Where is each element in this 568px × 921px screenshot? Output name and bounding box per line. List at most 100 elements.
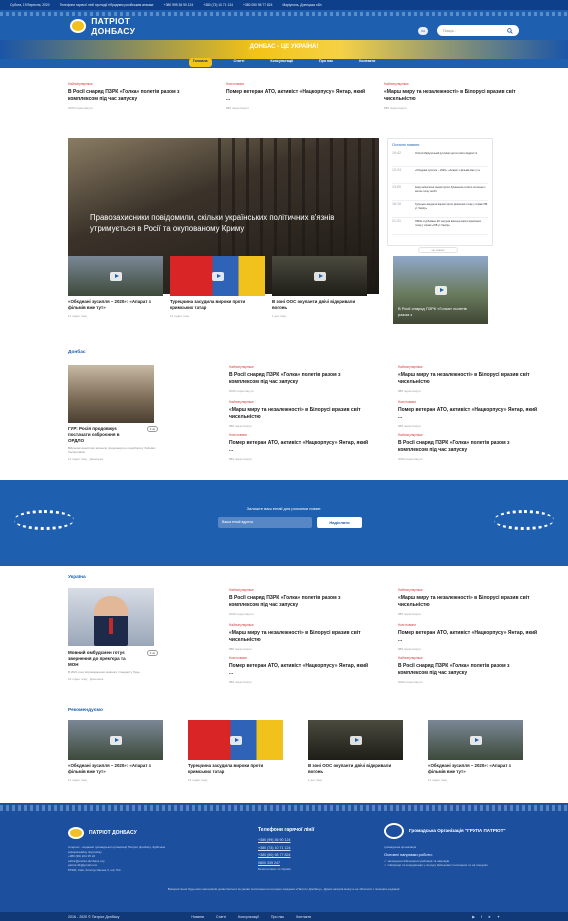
facebook-icon[interactable]: f: [481, 915, 482, 919]
video-card-2[interactable]: Турецчина засудила вироки проти кримськи…: [170, 256, 265, 318]
news-item[interactable]: Найпопулярніше В Росії снаряд ПЗРК «Голка…: [398, 656, 538, 684]
latest-news-text[interactable]: Кому небезпечні санкції проти Лукашенка …: [415, 186, 488, 200]
video-title[interactable]: В зоні ООС окупанти двічі відкривали вог…: [272, 299, 367, 311]
news-category[interactable]: Найпопулярніше: [229, 400, 369, 404]
news-title[interactable]: Помер ветеран АТО, активіст «Нацкорпусу»…: [226, 89, 366, 103]
news-item[interactable]: Найпопулярніше «Марш миру та незалежності…: [398, 588, 538, 623]
nav-about[interactable]: Про нас: [315, 58, 337, 67]
video-thumbnail[interactable]: [188, 720, 283, 760]
footer-logo[interactable]: ПАТРІОТ ДОНБАСУ: [68, 827, 137, 839]
topbar-phone-3[interactable]: +380 050 98 77 824: [243, 3, 272, 7]
footer-link-news[interactable]: Новини: [191, 915, 204, 919]
latest-news-item[interactable]: 12:24 «Обєднані зусилля – 2020»: «Апарат …: [392, 167, 488, 184]
side-video-title[interactable]: В Росії снаряд ПЗРК «Голка» полетів разо…: [398, 306, 468, 317]
news-title[interactable]: В Росії снаряд ПЗРК «Голка» полетів разо…: [398, 663, 538, 677]
footer-link-consultations[interactable]: Консультації: [238, 915, 259, 919]
news-item[interactable]: Нові новини Помер ветеран АТО, активіст «…: [229, 656, 369, 684]
news-category[interactable]: Нові новини: [229, 433, 369, 437]
latest-news-item[interactable]: 21:31 ОБСЕ стурбоване ЄС загрузів виконує…: [392, 218, 488, 235]
recommended-card-4[interactable]: «Обєднані зусилля – 2020»: «Апарат з філ…: [428, 720, 523, 782]
news-category[interactable]: Нові новини: [226, 82, 366, 86]
video-card-1[interactable]: «Обєднані зусилля – 2020»: «Апарат з філ…: [68, 256, 163, 318]
top-news-3[interactable]: Найпопулярніше «Марш миру та незалежност…: [384, 82, 524, 110]
recommended-card-3[interactable]: В зоні ООС окупанти двічі відкривали вог…: [308, 720, 403, 782]
news-category[interactable]: Нові новини: [229, 656, 369, 660]
news-title[interactable]: Помер ветеран АТО, активіст «Нацкорпусу»…: [398, 630, 538, 644]
news-category[interactable]: Найпопулярніше: [384, 82, 524, 86]
site-logo[interactable]: ПАТРІОТ ДОНБАСУ: [70, 16, 166, 36]
news-item[interactable]: Найпопулярніше «Марш миру та незалежності…: [229, 623, 369, 656]
footer-link-contacts[interactable]: Контакти: [296, 915, 311, 919]
news-title[interactable]: «Марш миру та незалежності» в Білорусі в…: [229, 407, 369, 421]
donbas-feature[interactable]: ГУР: Росія продовжує постачати озброєння…: [68, 426, 158, 461]
top-news-1[interactable]: Найпопулярніше В Росії снаряд ПЗРК «Голк…: [68, 82, 208, 110]
news-title[interactable]: В Росії снаряд ПЗРК «Голка» полетів разо…: [229, 595, 369, 609]
play-icon[interactable]: [109, 271, 122, 281]
news-category[interactable]: Найпопулярніше: [398, 365, 538, 369]
news-title[interactable]: «Марш миру та незалежності» в Білорусі в…: [384, 89, 524, 103]
play-icon[interactable]: [211, 271, 224, 281]
recommended-card-2[interactable]: Турецчина засудила вироки проти кримськи…: [188, 720, 283, 782]
play-icon[interactable]: [229, 735, 242, 745]
news-item[interactable]: Найпопулярніше В Росії снаряд ПЗРК «Голка…: [229, 588, 369, 623]
latest-news-item[interactable]: 13:00 Кому небезпечні санкції проти Лукаш…: [392, 184, 488, 201]
hero-title[interactable]: Правозахисники повідомили, скільки украї…: [90, 212, 360, 234]
news-item[interactable]: Нові новини Помер ветеран АТО, активіст «…: [398, 400, 538, 433]
hotline-phone-3[interactable]: +380 (50) 98 77 824: [258, 852, 368, 860]
video-title[interactable]: В зоні ООС окупанти двічі відкривали вог…: [308, 763, 403, 775]
news-item[interactable]: Нові новини Помер ветеран АТО, активіст «…: [229, 433, 369, 461]
news-title[interactable]: «Марш миру та незалежності» в Білорусі в…: [398, 372, 538, 386]
hotline-phone-1[interactable]: +380 (99) 36 90 124: [258, 837, 368, 845]
news-item[interactable]: Найпопулярніше В Росії снаряд ПЗРК «Голка…: [229, 365, 369, 400]
ukraine-feature-image[interactable]: [68, 588, 154, 646]
news-category[interactable]: Найпопулярніше: [398, 588, 538, 592]
news-title[interactable]: В Росії снаряд ПЗРК «Голка» полетів разо…: [229, 372, 369, 386]
search-icon[interactable]: [507, 27, 513, 34]
news-category[interactable]: Нові новини: [398, 400, 538, 404]
telegram-icon[interactable]: ➤: [488, 915, 491, 919]
video-thumbnail[interactable]: [272, 256, 367, 296]
language-switch[interactable]: UA: [418, 27, 428, 35]
play-icon[interactable]: [349, 735, 362, 745]
video-thumbnail[interactable]: [68, 720, 163, 760]
news-item[interactable]: Найпопулярніше «Марш миру та незалежності…: [229, 400, 369, 433]
youtube-icon[interactable]: ▶: [472, 915, 475, 919]
video-thumbnail[interactable]: [428, 720, 523, 760]
video-title[interactable]: «Обєднані зусилля – 2020»: «Апарат з філ…: [428, 763, 523, 775]
feature-title[interactable]: Мовний омбудсмен готує звернення до прем…: [68, 650, 136, 668]
video-title[interactable]: «Обєднані зусилля – 2020»: «Апарат з філ…: [68, 763, 163, 775]
latest-news-text[interactable]: «Обєднані зусилля – 2020»: «Апарат з філ…: [415, 169, 480, 183]
news-item[interactable]: Нові новини Помер ветеран АТО, активіст «…: [398, 623, 538, 656]
news-title[interactable]: Помер ветеран АТО, активіст «Нацкорпусу»…: [398, 407, 538, 421]
news-item[interactable]: Найпопулярніше «Марш миру та незалежності…: [398, 365, 538, 400]
latest-news-text[interactable]: Турецька засудила вироки проти кримських…: [415, 203, 488, 217]
news-category[interactable]: Нові новини: [398, 623, 538, 627]
news-title[interactable]: В Росії снаряд ПЗРК «Голка» полетів разо…: [68, 89, 208, 103]
topbar-phone-2[interactable]: +380 (73) 10 71 124: [203, 3, 233, 7]
news-title[interactable]: Помер ветеран АТО, активіст «Нацкорпусу»…: [229, 663, 369, 677]
footer-link-about[interactable]: Про нас: [271, 915, 284, 919]
nav-contacts[interactable]: Контакти: [355, 58, 379, 67]
news-category[interactable]: Найпопулярніше: [68, 82, 208, 86]
latest-news-text[interactable]: Опісля Маріупольній рухливих дитячі свят…: [415, 152, 477, 166]
news-title[interactable]: Помер ветеран АТО, активіст «Нацкорпусу»…: [229, 440, 369, 454]
play-icon[interactable]: [434, 285, 447, 295]
news-category[interactable]: Найпопулярніше: [229, 365, 369, 369]
search-input[interactable]: Пошук...: [437, 25, 519, 36]
news-title[interactable]: «Марш миру та незалежності» в Білорусі в…: [398, 595, 538, 609]
feature-author[interactable]: Донецька: [90, 457, 103, 461]
top-news-2[interactable]: Нові новини Помер ветеран АТО, активіст …: [226, 82, 366, 110]
latest-news-item[interactable]: 16:10 Турецька засудила вироки проти крим…: [392, 201, 488, 218]
subscribe-button[interactable]: Надіслати: [317, 517, 362, 528]
latest-news-item[interactable]: 19:42 Опісля Маріупольній рухливих дитячі…: [392, 150, 488, 167]
recommended-card-1[interactable]: «Обєднані зусилля – 2020»: «Апарат з філ…: [68, 720, 163, 782]
news-category[interactable]: Найпопулярніше: [229, 623, 369, 627]
twitter-icon[interactable]: ✦: [497, 915, 500, 919]
play-icon[interactable]: [109, 735, 122, 745]
donbas-feature-image[interactable]: [68, 365, 154, 423]
news-title[interactable]: «Марш миру та незалежності» в Білорусі в…: [229, 630, 369, 644]
latest-news-text[interactable]: ОБСЕ стурбоване ЄС загрузів виконує воро…: [415, 220, 488, 234]
feature-author[interactable]: Донецька: [90, 677, 103, 681]
hotline-phone-4[interactable]: 0800 339 247: [258, 860, 368, 868]
news-category[interactable]: Найпопулярніше: [229, 588, 369, 592]
